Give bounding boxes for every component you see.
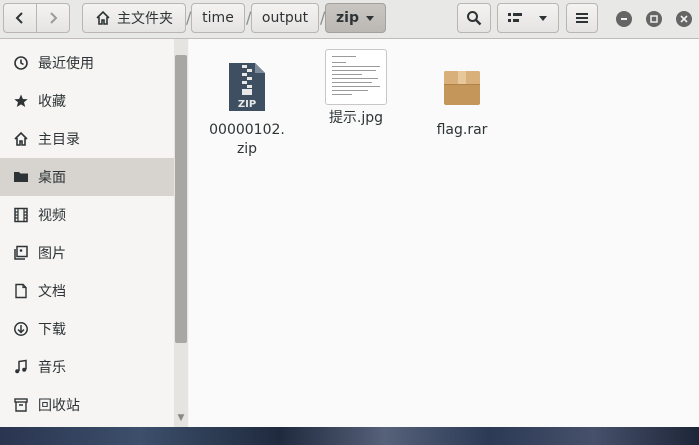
home-icon (12, 130, 30, 148)
search-button[interactable] (457, 3, 491, 33)
dropdown-arrow-icon (365, 16, 374, 21)
maximize-button[interactable] (646, 11, 662, 27)
svg-text:ZIP: ZIP (238, 99, 256, 110)
sidebar-item-label: 音乐 (38, 360, 66, 376)
sidebar-item-label: 下载 (38, 322, 66, 338)
file-item-jpg[interactable]: 提示.jpg (308, 47, 404, 128)
dropdown-arrow-icon (539, 16, 547, 21)
document-icon (12, 282, 30, 300)
trash-icon (12, 396, 30, 414)
menu-button[interactable] (566, 3, 598, 33)
sidebar-item-desktop[interactable]: 桌面 (0, 158, 174, 196)
breadcrumb-time[interactable]: time (191, 3, 245, 33)
maximize-icon (650, 15, 658, 23)
minimize-button[interactable] (616, 11, 632, 27)
scroll-down-icon[interactable]: ▼ (176, 413, 186, 423)
sidebar-item-music[interactable]: 音乐 (0, 348, 174, 386)
minimize-icon (621, 18, 627, 20)
sidebar-item-recent[interactable]: 最近使用 (0, 44, 174, 82)
sidebar-item-label: 回收站 (38, 398, 80, 414)
sidebar-item-pictures[interactable]: 图片 (0, 234, 174, 272)
chevron-left-icon (15, 12, 23, 24)
chevron-right-icon (50, 12, 58, 24)
zip-archive-icon: ZIP (215, 55, 279, 119)
places-sidebar: 最近使用 收藏 主目录 桌面 视频 图片 文档 下载 音乐 回收站 ▼ (0, 39, 188, 427)
video-icon (12, 206, 30, 224)
breadcrumb-label: zip (336, 10, 359, 26)
file-item-zip[interactable]: ZIP 00000102. zip (199, 55, 295, 159)
music-icon (12, 358, 30, 376)
sidebar-item-downloads[interactable]: 下载 (0, 310, 174, 348)
close-icon (680, 15, 688, 23)
rar-archive-icon (430, 55, 494, 119)
breadcrumb-label: output (261, 10, 309, 26)
file-name: 00000102. (209, 122, 285, 138)
download-icon (12, 320, 30, 338)
file-name-extension: zip (236, 141, 258, 157)
file-name: 提示.jpg (328, 110, 384, 126)
desktop-wallpaper (0, 427, 699, 445)
breadcrumb-home[interactable]: 主文件夹 (82, 3, 186, 33)
header-bar: 主文件夹 / time / output / zip (0, 0, 699, 39)
sidebar-item-videos[interactable]: 视频 (0, 196, 174, 234)
sidebar-item-label: 图片 (38, 246, 66, 262)
sidebar-item-starred[interactable]: 收藏 (0, 82, 174, 120)
sidebar-item-label: 文档 (38, 284, 66, 300)
file-manager-window: 主文件夹 / time / output / zip 最近使用 收藏 主目录 桌… (0, 0, 699, 427)
sidebar-item-home[interactable]: 主目录 (0, 120, 174, 158)
sidebar-item-label: 桌面 (38, 170, 66, 186)
image-thumbnail (324, 47, 388, 107)
back-button[interactable] (3, 3, 37, 33)
list-view-icon (508, 13, 522, 22)
breadcrumb-zip[interactable]: zip (325, 3, 386, 33)
star-icon (12, 92, 30, 110)
breadcrumb-label: 主文件夹 (117, 11, 173, 27)
breadcrumb-label: time (202, 10, 234, 26)
home-icon (96, 10, 110, 25)
forward-button[interactable] (36, 3, 70, 33)
picture-icon (12, 244, 30, 262)
search-icon (467, 11, 482, 26)
file-name: flag.rar (436, 122, 488, 138)
recent-icon (12, 54, 30, 72)
sidebar-scrollbar-thumb[interactable] (175, 55, 187, 343)
hamburger-menu-icon (576, 13, 588, 23)
sidebar-item-label: 最近使用 (38, 56, 94, 72)
sidebar-item-documents[interactable]: 文档 (0, 272, 174, 310)
breadcrumb-output[interactable]: output (251, 3, 319, 33)
sidebar-item-label: 视频 (38, 208, 66, 224)
close-button[interactable] (676, 11, 692, 27)
sidebar-item-label: 主目录 (38, 132, 80, 148)
file-view: ZIP 00000102. zip 提示.jpg flag.rar (189, 39, 699, 427)
folder-icon (12, 168, 30, 186)
sidebar-item-label: 收藏 (38, 94, 66, 110)
file-item-rar[interactable]: flag.rar (414, 55, 510, 140)
view-options-button[interactable] (497, 3, 559, 33)
sidebar-item-trash[interactable]: 回收站 (0, 386, 174, 424)
